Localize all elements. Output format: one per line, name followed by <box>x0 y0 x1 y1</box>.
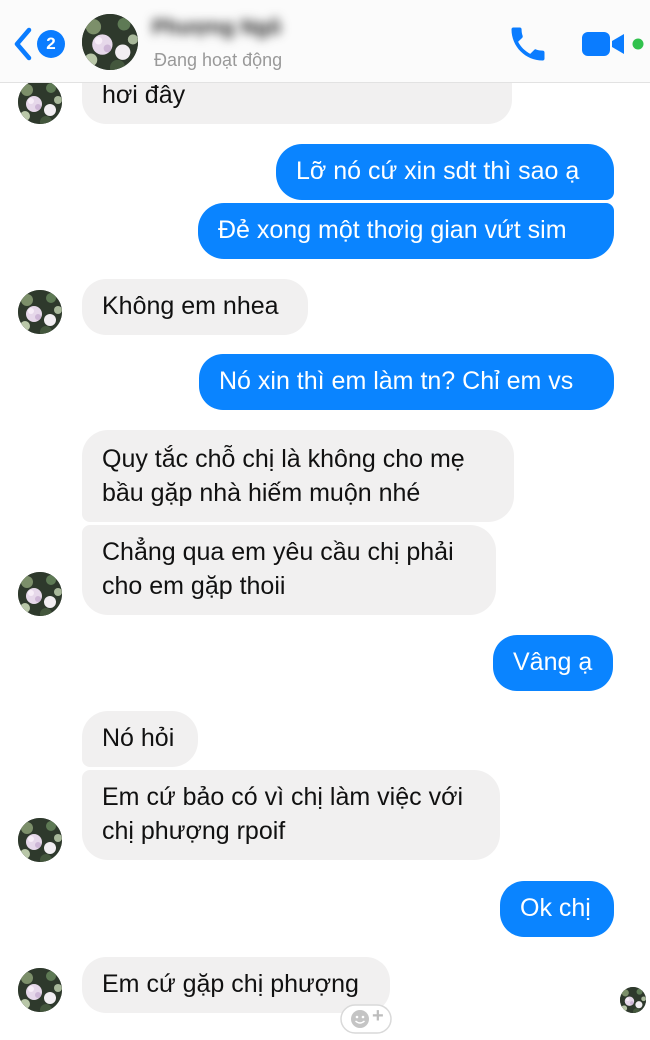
contact-photo-icon <box>18 572 62 616</box>
contact-avatar[interactable] <box>18 80 62 124</box>
phone-icon <box>511 27 545 61</box>
active-status: Đang hoạt động <box>154 50 283 70</box>
incoming-message[interactable]: Em cứ bảo có vì chị làm việc với chị phư… <box>82 770 500 860</box>
smiley-plus-icon <box>340 1004 392 1034</box>
contact-photo-icon <box>18 290 62 334</box>
contact-avatar[interactable] <box>18 968 62 1012</box>
contact-name[interactable]: Phượng Ngô <box>152 16 281 40</box>
outgoing-message[interactable]: Vâng ạ <box>493 635 613 691</box>
contact-avatar[interactable] <box>18 572 62 616</box>
add-reaction-label: + <box>372 1005 384 1027</box>
contact-avatar[interactable] <box>18 290 62 334</box>
contact-photo-icon <box>620 987 646 1013</box>
contact-photo-icon <box>18 968 62 1012</box>
contact-photo-icon <box>18 818 62 862</box>
incoming-message[interactable]: Quy tắc chỗ chị là không cho mẹ bầu gặp … <box>82 430 514 522</box>
incoming-message[interactable]: Không em nhea <box>82 279 308 335</box>
read-receipt-avatar <box>620 987 646 1013</box>
conversation-header: 2 Phượng Ngô Đang hoạt động <box>0 0 650 83</box>
contact-avatar[interactable] <box>18 818 62 862</box>
video-call-button[interactable] <box>578 26 644 62</box>
contact-avatar[interactable] <box>82 14 138 70</box>
message-thread: hơi đây Lỡ nó cứ xin sdt thì sao ạ Đẻ xo… <box>0 0 650 1040</box>
incoming-message[interactable]: Nó hỏi <box>82 711 198 767</box>
unread-count-badge: 2 <box>37 30 65 58</box>
contact-photo-icon <box>18 80 62 124</box>
chevron-left-icon <box>14 27 32 61</box>
outgoing-message[interactable]: Nó xin thì em làm tn? Chỉ em vs <box>199 354 614 410</box>
outgoing-message[interactable]: Lỡ nó cứ xin sdt thì sao ạ <box>276 144 614 200</box>
add-reaction-button[interactable]: + <box>340 1004 392 1034</box>
back-button[interactable]: 2 <box>10 24 70 64</box>
outgoing-message[interactable]: Ok chị <box>500 881 614 937</box>
voice-call-button[interactable] <box>506 22 550 66</box>
incoming-message[interactable]: Chẳng qua em yêu cầu chị phải cho em gặp… <box>82 525 496 615</box>
contact-photo-icon <box>82 14 138 70</box>
outgoing-message[interactable]: Đẻ xong một thơig gian vứt sim <box>198 203 614 259</box>
online-dot-icon <box>632 38 644 50</box>
